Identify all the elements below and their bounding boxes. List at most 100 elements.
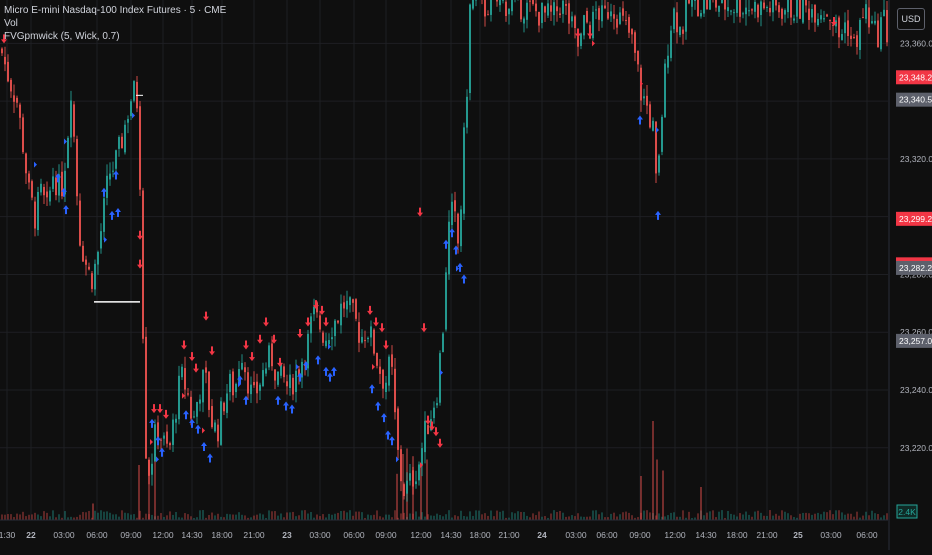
volume-bar — [760, 513, 762, 520]
fvg-indicator-label[interactable]: FVGpmwick (5, Wick, 0.7) — [4, 30, 226, 43]
volume-bar — [304, 510, 306, 520]
volume-bar — [490, 511, 492, 520]
volume-bar — [613, 513, 615, 520]
candle-body — [622, 8, 624, 15]
volume-bar — [562, 513, 564, 520]
candle-body — [337, 321, 339, 323]
volume-bar — [85, 512, 87, 520]
volume-bar — [820, 514, 822, 520]
candle-body — [484, 0, 486, 16]
volume-bar — [385, 515, 387, 520]
up-arrow-signal — [289, 404, 295, 413]
candle-body — [76, 139, 78, 196]
candle-body — [469, 5, 471, 93]
candle-body — [454, 200, 456, 211]
instrument-title[interactable]: Micro E-mini Nasdaq-100 Index Futures · … — [4, 4, 226, 17]
candle-body — [823, 18, 825, 19]
candle-body — [799, 0, 801, 19]
volume-bar — [268, 510, 270, 520]
candle-body — [553, 2, 555, 15]
candle-body — [526, 3, 528, 20]
volume-spike — [656, 460, 658, 521]
candle-body — [331, 337, 333, 339]
price-chart[interactable]: 23,360.0023,340.0023,320.0023,300.0023,2… — [0, 0, 932, 550]
candle-body — [445, 272, 447, 329]
volume-bar — [829, 510, 831, 520]
volume-indicator-label[interactable]: Vol — [4, 17, 226, 30]
volume-bar — [697, 513, 699, 520]
candle-body — [364, 340, 366, 341]
up-arrow-signal — [283, 402, 289, 411]
up-arrow-signal — [115, 208, 121, 217]
candle-body — [412, 470, 414, 486]
up-arrow-signal — [389, 436, 395, 445]
volume-bar — [838, 510, 840, 520]
volume-bar — [514, 513, 516, 520]
candle-body — [157, 422, 159, 438]
volume-bar — [466, 517, 468, 520]
volume-bar — [418, 517, 420, 520]
candle-body — [730, 11, 732, 12]
volume-bar — [463, 516, 465, 520]
volume-bar — [718, 512, 720, 520]
candle-body — [67, 138, 69, 168]
candle-body — [505, 2, 507, 16]
candle-body — [604, 6, 606, 9]
candle-body — [112, 171, 114, 172]
volume-bar — [865, 512, 867, 520]
candle-body — [775, 0, 777, 5]
volume-bar — [619, 514, 621, 520]
volume-bar — [883, 515, 885, 520]
volume-bar — [157, 516, 159, 520]
volume-bar — [511, 512, 513, 520]
x-tick-label: 22 — [26, 530, 36, 540]
volume-bar — [253, 516, 255, 520]
candle-body — [757, 5, 759, 18]
candle-body — [580, 33, 582, 45]
candle-body — [139, 106, 141, 189]
chart-container[interactable]: 23,360.0023,340.0023,320.0023,300.0023,2… — [0, 0, 932, 550]
candle-body — [214, 423, 216, 432]
candle-body — [829, 20, 831, 21]
candle-body — [763, 3, 765, 9]
up-arrow-signal — [331, 367, 337, 376]
candle-body — [4, 57, 6, 64]
candle-body — [676, 12, 678, 32]
volume-bar — [367, 515, 369, 520]
fvg-marker — [372, 364, 375, 370]
candle-body — [877, 21, 879, 48]
candle-body — [841, 34, 843, 40]
candle-body — [619, 12, 621, 24]
candle-body — [487, 14, 489, 15]
candle-body — [736, 0, 738, 13]
volume-bar — [772, 516, 774, 520]
candle-body — [583, 15, 585, 35]
volume-bar — [118, 517, 120, 520]
fvg-marker — [440, 370, 443, 376]
candle-body — [778, 5, 780, 12]
volume-spike — [138, 465, 140, 520]
candle-body — [145, 337, 147, 459]
candle-body — [880, 17, 882, 49]
candle-body — [496, 0, 498, 1]
candle-body — [289, 375, 291, 388]
volume-bar — [817, 513, 819, 520]
volume-bar — [478, 511, 480, 520]
candle-body — [613, 14, 615, 19]
candle-body — [694, 0, 696, 1]
x-tick-label: 18:00 — [469, 530, 491, 540]
currency-button[interactable]: USD — [897, 8, 925, 30]
candle-body — [451, 202, 453, 225]
volume-bar — [721, 510, 723, 520]
candle-body — [265, 368, 267, 373]
candle-body — [109, 174, 111, 180]
volume-bar — [874, 513, 876, 520]
candle-body — [847, 20, 849, 36]
candle-body — [370, 326, 372, 337]
volume-bar — [808, 513, 810, 520]
volume-bar — [826, 512, 828, 520]
chart-legend: Micro E-mini Nasdaq-100 Index Futures · … — [4, 4, 226, 43]
volume-bar — [229, 514, 231, 520]
x-tick-label: 09:00 — [629, 530, 651, 540]
candle-body — [277, 372, 279, 385]
